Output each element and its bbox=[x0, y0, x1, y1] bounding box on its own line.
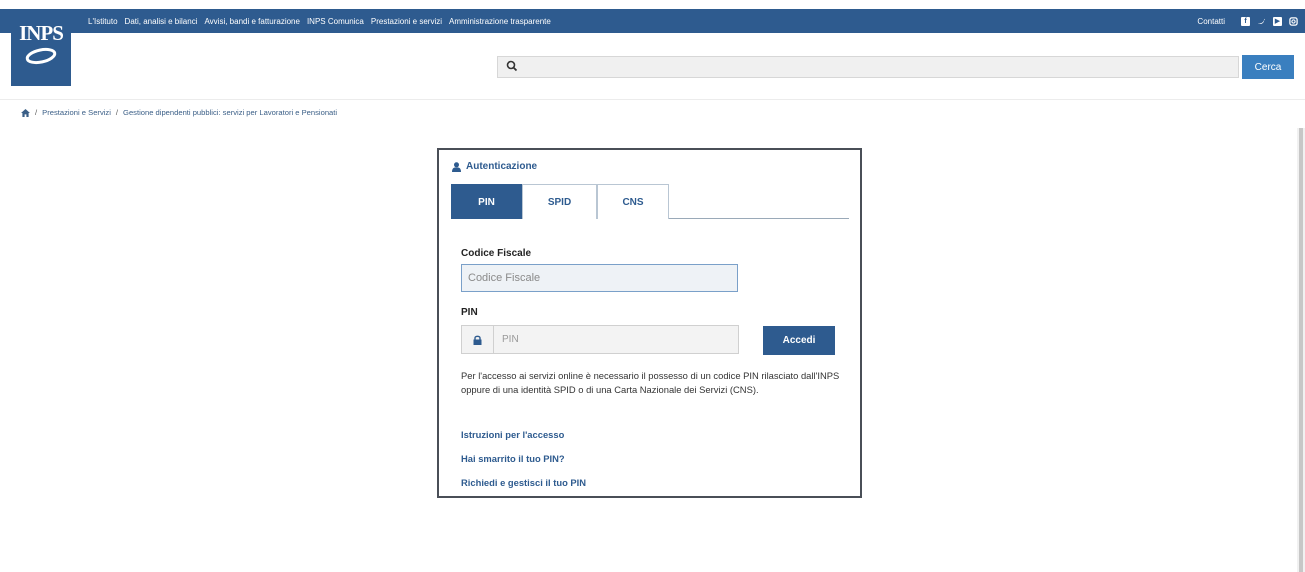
tab-pin[interactable]: PIN bbox=[451, 184, 522, 219]
logo-swoosh-icon bbox=[25, 47, 57, 65]
inps-logo[interactable]: INPS bbox=[11, 9, 71, 86]
auth-tabs: PIN SPID CNS bbox=[451, 184, 849, 219]
contacts-link[interactable]: Contatti bbox=[1197, 17, 1225, 26]
access-instructions-link[interactable]: Istruzioni per l'accesso bbox=[461, 429, 564, 440]
nav-avvisi-bandi[interactable]: Avvisi, bandi e fatturazione bbox=[204, 17, 299, 26]
codice-fiscale-input[interactable] bbox=[461, 264, 738, 292]
request-pin-link[interactable]: Richiedi e gestisci il tuo PIN bbox=[461, 477, 586, 488]
page-scrollbar[interactable] bbox=[1297, 128, 1305, 572]
pin-label: PIN bbox=[461, 307, 478, 318]
login-button[interactable]: Accedi bbox=[763, 326, 835, 355]
search-icon bbox=[506, 60, 518, 72]
search-bar bbox=[497, 56, 1239, 78]
youtube-icon[interactable]: ▶ bbox=[1273, 16, 1282, 26]
lost-pin-link[interactable]: Hai smarrito il tuo PIN? bbox=[461, 453, 565, 464]
codice-fiscale-label: Codice Fiscale bbox=[461, 248, 532, 259]
search-button[interactable]: Cerca bbox=[1242, 55, 1294, 79]
nav-inps-comunica[interactable]: INPS Comunica bbox=[307, 17, 364, 26]
breadcrumb: / Prestazioni e Servizi / Gestione dipen… bbox=[21, 108, 337, 117]
pin-input[interactable] bbox=[493, 325, 739, 354]
nav-dati-analisi-bilanci[interactable]: Dati, analisi e bilanci bbox=[125, 17, 198, 26]
access-info-text: Per l'accesso ai servizi online è necess… bbox=[461, 370, 840, 395]
pin-lock-addon bbox=[461, 325, 493, 354]
auth-title-text: Autenticazione bbox=[466, 161, 538, 172]
breadcrumb-separator: / bbox=[115, 108, 119, 117]
breadcrumb-separator: / bbox=[35, 108, 38, 117]
logo-text: INPS bbox=[19, 21, 64, 45]
user-icon bbox=[452, 161, 461, 172]
nav-amministrazione-trasparente[interactable]: Amministrazione trasparente bbox=[449, 17, 551, 26]
tab-cns[interactable]: CNS bbox=[597, 184, 669, 219]
breadcrumb-item-current: Gestione dipendenti pubblici: servizi pe… bbox=[123, 108, 338, 117]
main-nav: L'Istituto Dati, analisi e bilanci Avvis… bbox=[88, 9, 558, 33]
breadcrumb-item-prestazioni[interactable]: Prestazioni e Servizi bbox=[42, 108, 111, 117]
nav-istituto[interactable]: L'Istituto bbox=[88, 17, 118, 26]
scrollbar-thumb[interactable] bbox=[1299, 128, 1303, 572]
facebook-icon[interactable]: f bbox=[1241, 16, 1250, 26]
login-panel: Autenticazione PIN SPID CNS Codice Fisca… bbox=[437, 148, 862, 498]
top-right-links: Contatti f ▶ bbox=[1197, 9, 1298, 33]
lock-icon bbox=[473, 335, 482, 345]
auth-title: Autenticazione bbox=[452, 161, 537, 172]
instagram-icon[interactable] bbox=[1289, 16, 1298, 26]
home-icon[interactable] bbox=[21, 108, 30, 117]
nav-prestazioni-servizi[interactable]: Prestazioni e servizi bbox=[371, 17, 442, 26]
twitter-icon[interactable] bbox=[1257, 17, 1266, 26]
header-divider bbox=[0, 99, 1305, 100]
search-input[interactable] bbox=[520, 57, 1232, 77]
tab-spid[interactable]: SPID bbox=[522, 184, 597, 219]
site-header: INPS L'Istituto Dati, analisi e bilanci … bbox=[0, 0, 1305, 96]
